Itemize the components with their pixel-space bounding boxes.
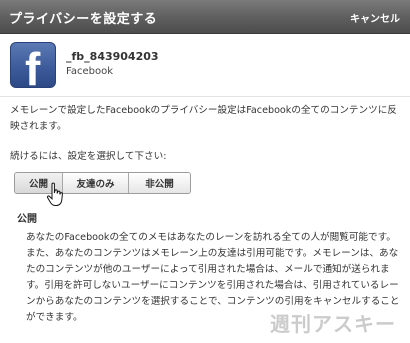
option-private-button[interactable]: 非公開 xyxy=(128,173,190,193)
cancel-button[interactable]: キャンセル xyxy=(350,10,400,25)
app-info: f _fb_843904203 Facebook xyxy=(10,42,400,94)
facebook-f-icon: f xyxy=(10,42,56,88)
option-friends-only-button[interactable]: 友達のみ xyxy=(62,173,128,193)
hand-cursor-icon xyxy=(46,182,63,206)
watermark-logo: 週刊アスキー xyxy=(270,312,396,336)
app-name: Facebook xyxy=(66,66,113,77)
select-prompt: 続けるには、設定を選択して下さい: xyxy=(10,151,167,162)
selected-option-title: 公開 xyxy=(17,214,37,225)
dialog-title: プライバシーを設定する xyxy=(9,12,158,27)
app-id: _fb_843904203 xyxy=(66,50,159,63)
divider xyxy=(0,96,410,97)
privacy-description: メモレーンで設定したFacebookのプライバシー設定はFacebookの全ての… xyxy=(10,105,397,132)
dialog-titlebar: プライバシーを設定する キャンセル xyxy=(0,0,410,34)
privacy-options: 公開 友達のみ 非公開 xyxy=(14,172,191,194)
